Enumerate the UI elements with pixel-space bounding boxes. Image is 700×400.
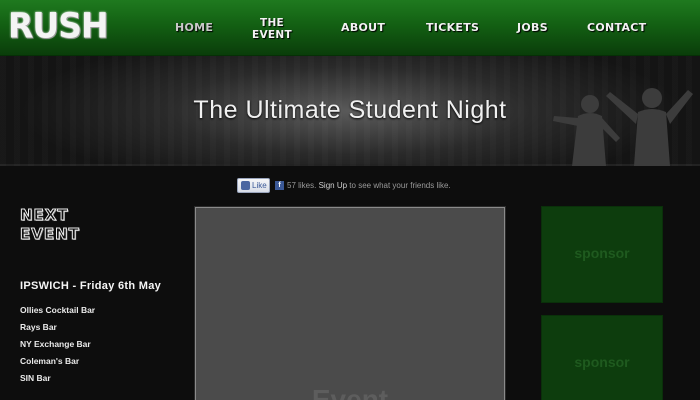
sponsor-box[interactable]: sponsor <box>541 315 663 400</box>
sponsor-label: sponsor <box>574 245 630 261</box>
nav-contact[interactable]: CONTACT <box>587 21 646 34</box>
facebook-like-text: 57 likes. Sign Up to see what your frien… <box>287 181 451 190</box>
facebook-signup-link[interactable]: Sign Up <box>319 181 347 190</box>
nav-the-event-line1: THE <box>259 17 285 29</box>
facebook-like-label: Like <box>252 181 267 190</box>
venue-item: SIN Bar <box>20 373 51 383</box>
venue-item: Coleman's Bar <box>20 356 80 366</box>
site-header: RUSH HOME THE EVENT ABOUT TICKETS JOBS C… <box>0 0 700 56</box>
nav-jobs[interactable]: JOBS <box>517 21 548 34</box>
next-event-heading: NEXT EVENT <box>20 206 110 244</box>
sponsor-box[interactable]: sponsor <box>541 206 663 303</box>
next-event-heading-line2: EVENT <box>20 225 80 244</box>
nav-tickets[interactable]: TICKETS <box>426 21 479 34</box>
nav-the-event[interactable]: THE EVENT <box>250 17 294 41</box>
event-image-panel[interactable]: Event <box>195 207 505 400</box>
facebook-like-button[interactable]: Like <box>237 178 270 193</box>
event-city-date: IPSWICH - Friday 6th May <box>20 280 162 292</box>
facebook-likes-count: 57 likes. <box>287 181 317 190</box>
nav-about[interactable]: ABOUT <box>341 21 385 34</box>
venue-item: Ollies Cocktail Bar <box>20 305 96 315</box>
venue-item: NY Exchange Bar <box>20 339 91 349</box>
thumbs-up-icon <box>241 181 250 190</box>
dancers-silhouette-icon <box>553 88 693 166</box>
venue-item: Rays Bar <box>20 322 57 332</box>
nav-home[interactable]: HOME <box>175 21 213 34</box>
event-panel-label: Event <box>311 384 389 400</box>
next-event-heading-line1: NEXT <box>20 206 69 225</box>
nav-the-event-line2: EVENT <box>252 29 292 41</box>
facebook-signup-suffix: to see what your friends like. <box>349 181 451 190</box>
site-logo[interactable]: RUSH <box>8 5 109 46</box>
sponsor-label: sponsor <box>574 354 630 370</box>
hero-banner: The Ultimate Student Night <box>0 56 700 166</box>
facebook-icon: f <box>275 181 284 190</box>
